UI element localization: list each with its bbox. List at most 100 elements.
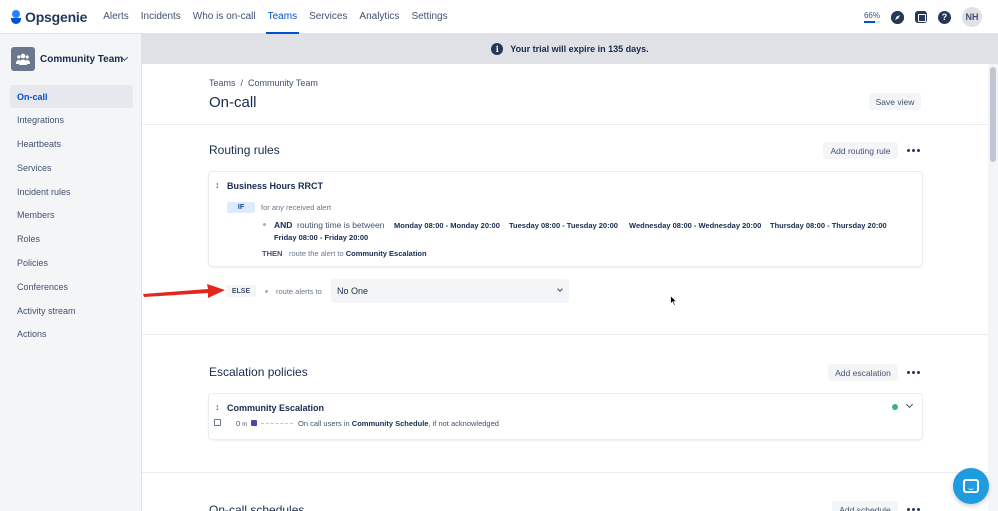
else-tag: ELSE <box>226 285 256 297</box>
nav-alerts[interactable]: Alerts <box>97 0 135 34</box>
sidebar-item-activity-stream[interactable]: Activity stream <box>10 299 133 322</box>
if-tag: IF <box>227 202 255 213</box>
routing-more-button[interactable] <box>904 142 922 159</box>
schedules-more-button[interactable] <box>904 501 922 511</box>
sidebar-item-roles[interactable]: Roles <box>10 228 133 251</box>
sidebar-item-conferences[interactable]: Conferences <box>10 275 133 298</box>
team-switcher[interactable]: Community Team <box>11 47 131 71</box>
escalation-policy-card[interactable]: ↕ Community Escalation 0 m On call users… <box>209 394 922 439</box>
more-dot-icon <box>906 149 910 152</box>
routing-rule-card[interactable]: ↕ Business Hours RRCT IF for any receive… <box>209 172 922 266</box>
usage-indicator[interactable]: 66% <box>863 11 880 23</box>
step-marker-icon <box>251 420 257 426</box>
more-dot-icon <box>916 371 920 374</box>
on-call-schedules-title: On-call schedules <box>209 503 305 511</box>
divider <box>142 124 988 125</box>
sidebar-item-services[interactable]: Services <box>10 156 133 179</box>
sidebar-menu: On-call Integrations Heartbeats Services… <box>10 85 133 347</box>
logo-text: Opsgenie <box>25 8 88 25</box>
escalation-policies-title: Escalation policies <box>209 365 308 379</box>
else-route-select[interactable]: No One <box>331 279 569 303</box>
breadcrumb-community-team[interactable]: Community Team <box>248 78 318 88</box>
routing-rules-title: Routing rules <box>209 143 280 157</box>
sidebar: Community Team On-call Integrations Hear… <box>0 34 142 511</box>
breadcrumb-separator: / <box>240 78 244 88</box>
sidebar-item-incident-rules[interactable]: Incident rules <box>10 180 133 203</box>
compass-icon[interactable] <box>891 10 904 24</box>
bullet-icon <box>265 290 268 293</box>
user-avatar[interactable]: NH <box>962 7 982 27</box>
and-tag: AND <box>274 220 293 230</box>
and-condition-text: routing time is between <box>297 220 385 230</box>
scrollbar[interactable] <box>988 64 998 511</box>
escalation-more-button[interactable] <box>904 364 922 381</box>
rule-name: Business Hours RRCT <box>227 181 324 191</box>
escalation-time-value: 0 <box>236 419 241 428</box>
nav-analytics[interactable]: Analytics <box>353 0 405 34</box>
then-action-text: route the alert to <box>289 249 344 258</box>
annotation-arrow-icon <box>143 284 225 298</box>
trial-banner: i Your trial will expire in 135 days. <box>142 34 998 64</box>
step-text-pre: On call users in <box>298 419 350 428</box>
time-range-friday: Friday 08:00 - Friday 20:00 <box>274 233 369 242</box>
step-text-post: , if not acknowledged <box>428 419 499 428</box>
sidebar-item-on-call[interactable]: On-call <box>10 85 133 108</box>
time-range-tuesday: Tuesday 08:00 - Tuesday 20:00 <box>509 221 618 230</box>
more-dot-icon <box>916 149 920 152</box>
usage-percent: 66% <box>863 11 880 20</box>
divider <box>142 334 988 335</box>
sidebar-item-integrations[interactable]: Integrations <box>10 109 133 132</box>
then-target[interactable]: Community Escalation <box>346 249 427 258</box>
else-route-value: No One <box>337 286 369 296</box>
then-text: route the alert to Community Escalation <box>289 249 427 258</box>
sidebar-item-members[interactable]: Members <box>10 204 133 227</box>
else-text: route alerts to <box>276 287 322 296</box>
status-dot-icon <box>892 404 898 410</box>
nav-settings[interactable]: Settings <box>405 0 453 34</box>
add-schedule-button[interactable]: Add schedule <box>832 501 898 511</box>
more-dot-icon <box>911 149 915 152</box>
help-icon[interactable]: ? <box>938 10 951 24</box>
scrollbar-thumb[interactable] <box>990 67 996 162</box>
chevron-down-icon <box>557 286 563 292</box>
time-range-thursday: Thursday 08:00 - Thursday 20:00 <box>770 221 887 230</box>
escalation-name: Community Escalation <box>227 403 325 413</box>
escalation-step-text: On call users in Community Schedule, if … <box>298 419 499 428</box>
opsgenie-logo[interactable]: Opsgenie <box>11 9 87 25</box>
add-routing-rule-button[interactable]: Add routing rule <box>823 142 898 159</box>
time-range-wednesday: Wednesday 08:00 - Wednesday 20:00 <box>629 221 762 230</box>
usage-bar-fill <box>863 21 875 23</box>
breadcrumb-teams[interactable]: Teams <box>209 78 236 88</box>
team-avatar-icon <box>11 47 35 71</box>
nav-actions: 66% ? NH <box>863 0 982 34</box>
time-range-monday: Monday 08:00 - Monday 20:00 <box>394 221 500 230</box>
sidebar-item-heartbeats[interactable]: Heartbeats <box>10 133 133 156</box>
mouse-cursor-icon <box>670 295 677 306</box>
sidebar-item-policies[interactable]: Policies <box>10 252 133 275</box>
timeline-line <box>261 423 293 424</box>
drag-handle-icon[interactable]: ↕ <box>215 180 220 190</box>
bullet-icon <box>263 223 266 226</box>
chat-icon <box>963 479 979 493</box>
escalation-time-unit: m <box>242 422 248 428</box>
nav-teams[interactable]: Teams <box>262 0 303 34</box>
sidebar-item-actions[interactable]: Actions <box>10 323 133 346</box>
add-escalation-button[interactable]: Add escalation <box>828 364 898 381</box>
save-view-button[interactable]: Save view <box>869 93 921 110</box>
more-dot-icon <box>906 371 910 374</box>
expand-chevron-icon[interactable] <box>905 400 914 409</box>
nav-incidents[interactable]: Incidents <box>135 0 187 34</box>
app-switcher-icon[interactable] <box>915 11 927 23</box>
schedule-link[interactable]: Community Schedule <box>352 419 429 428</box>
escalation-time: 0 m <box>236 419 247 428</box>
nav-who-is-on-call[interactable]: Who is on-call <box>187 0 262 34</box>
then-tag: THEN <box>262 249 283 258</box>
info-icon: i <box>491 43 504 55</box>
nav-services[interactable]: Services <box>303 0 353 34</box>
page-title: On-call <box>209 94 257 111</box>
top-navigation: Opsgenie Alerts Incidents Who is on-call… <box>0 0 998 34</box>
drag-handle-icon[interactable]: ↕ <box>215 402 220 412</box>
more-dot-icon <box>911 371 915 374</box>
chat-support-button[interactable] <box>953 468 989 504</box>
divider <box>142 472 988 473</box>
